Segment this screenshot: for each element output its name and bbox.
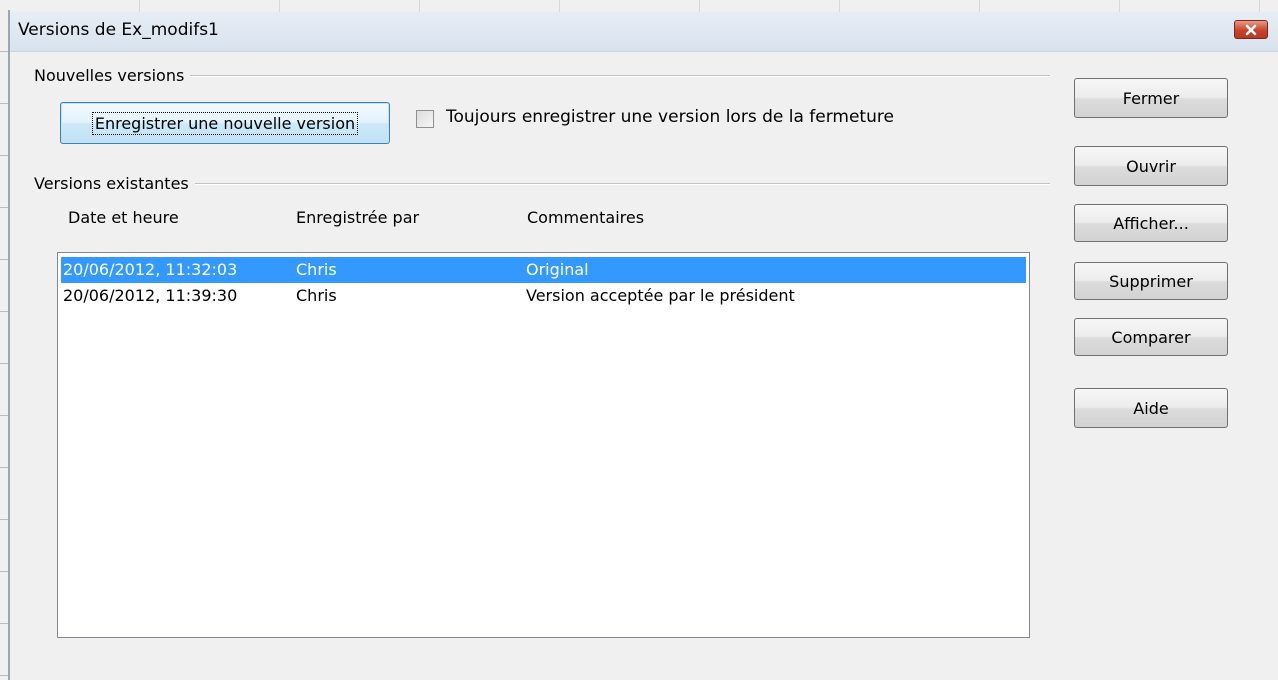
help-button[interactable]: Aide [1074,388,1228,428]
version-row[interactable]: 20/06/2012, 11:39:30 Chris Version accep… [61,283,1026,309]
column-header-saved-by[interactable]: Enregistrée par [296,208,419,227]
column-header-comments[interactable]: Commentaires [527,208,644,227]
close-window-button[interactable] [1234,20,1268,39]
background-ruler-top [0,0,1278,12]
background-ruler-left [0,0,8,680]
close-button[interactable]: Fermer [1074,78,1228,118]
versions-list[interactable]: 20/06/2012, 11:32:03 Chris Original 20/0… [57,252,1030,638]
window-title: Versions de Ex_modifs1 [18,20,219,40]
column-header-date[interactable]: Date et heure [68,208,179,227]
version-date: 20/06/2012, 11:32:03 [63,260,238,279]
open-button[interactable]: Ouvrir [1074,146,1228,186]
new-versions-group-label: Nouvelles versions [34,66,191,85]
existing-versions-group-label: Versions existantes [34,174,195,193]
close-icon [1244,24,1258,36]
compare-button[interactable]: Comparer [1074,318,1228,356]
versions-dialog: Versions de Ex_modifs1 Nouvelles version… [0,0,1278,680]
version-comment: Version acceptée par le président [526,286,795,305]
always-save-label[interactable]: Toujours enregistrer une version lors de… [446,107,894,127]
delete-button[interactable]: Supprimer [1074,262,1228,300]
version-comment: Original [526,260,589,279]
dialog-left-border [8,10,10,680]
save-new-version-label: Enregistrer une nouvelle version [91,111,359,135]
title-bar[interactable]: Versions de Ex_modifs1 [10,12,1278,52]
version-saved-by: Chris [296,260,337,279]
show-button[interactable]: Afficher... [1074,204,1228,242]
version-row[interactable]: 20/06/2012, 11:32:03 Chris Original [61,257,1026,283]
version-saved-by: Chris [296,286,337,305]
save-new-version-button[interactable]: Enregistrer une nouvelle version [60,102,390,144]
always-save-checkbox[interactable] [416,110,434,128]
version-date: 20/06/2012, 11:39:30 [63,286,238,305]
